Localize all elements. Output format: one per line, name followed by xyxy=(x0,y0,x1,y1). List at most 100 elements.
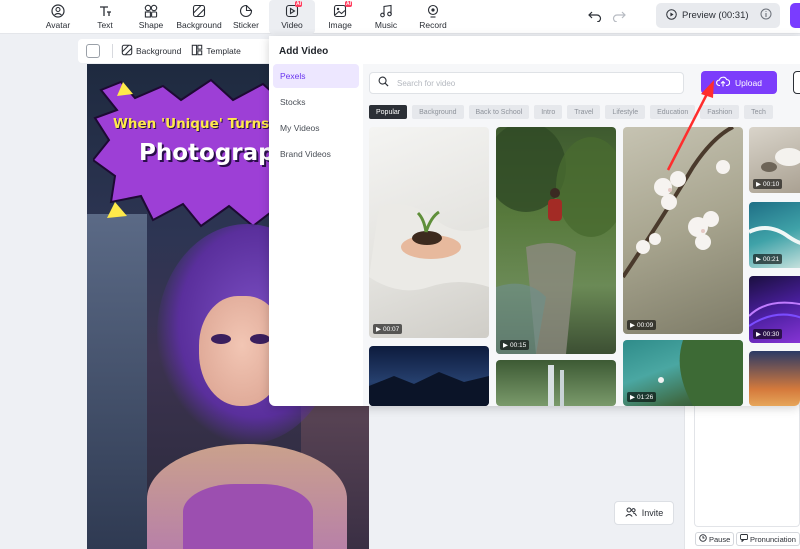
ai-badge: AI xyxy=(345,1,352,7)
pronunciation-label: Pronunciation xyxy=(750,534,796,544)
video-thumbnail[interactable]: ▶ 00:15 xyxy=(496,127,616,354)
color-swatch[interactable] xyxy=(86,44,100,58)
video-thumbnail[interactable]: ▶ 00:10 xyxy=(749,127,800,193)
cloud-upload-icon xyxy=(716,76,731,89)
nav-item-pexels[interactable]: Pexels xyxy=(273,64,359,88)
tag-tech[interactable]: Tech xyxy=(744,105,773,119)
tool-record[interactable]: Record xyxy=(416,0,450,34)
pause-button[interactable]: Pause xyxy=(695,532,735,546)
sticker-icon xyxy=(238,4,254,18)
tool-label: Background xyxy=(176,20,222,30)
template-icon xyxy=(191,44,203,58)
play-icon: ▶ xyxy=(376,326,381,333)
invite-button[interactable]: Invite xyxy=(614,501,674,525)
undo-icon[interactable] xyxy=(588,9,602,27)
play-icon: ▶ xyxy=(630,322,635,329)
video-thumbnail[interactable]: ▶ 00:09 xyxy=(623,127,743,334)
tool-label: Music xyxy=(374,20,398,30)
nav-item-brand-videos[interactable]: Brand Videos xyxy=(273,142,359,166)
tool-background[interactable]: Background xyxy=(174,0,224,34)
duration-label: 00:30 xyxy=(763,330,780,338)
character-eye xyxy=(211,334,231,344)
record-video-button[interactable] xyxy=(793,71,800,94)
tool-label: Record xyxy=(419,20,447,30)
search-input[interactable] xyxy=(397,78,667,88)
clock-icon xyxy=(699,534,707,544)
play-circle-icon xyxy=(666,8,677,23)
video-thumbnail[interactable]: ▶ 00:21 xyxy=(749,202,800,268)
speech-icon xyxy=(740,534,748,544)
pronunciation-button[interactable]: Pronunciation xyxy=(736,532,800,546)
tool-image[interactable]: AI Image xyxy=(322,0,358,34)
video-source-nav: Pexels Stocks My Videos Brand Videos xyxy=(273,64,359,168)
invite-label: Invite xyxy=(641,508,664,518)
background-label: Background xyxy=(136,46,182,56)
duration-label: 00:09 xyxy=(637,321,654,329)
redo-icon[interactable] xyxy=(612,9,626,27)
add-video-panel: Add Video Pexels Stocks My Videos Brand … xyxy=(269,36,800,406)
background-tool[interactable]: Background xyxy=(121,44,181,58)
music-icon xyxy=(378,4,394,18)
nav-item-stocks[interactable]: Stocks xyxy=(273,90,359,114)
search-box[interactable] xyxy=(369,72,684,94)
shape-icon xyxy=(143,4,159,18)
background-icon xyxy=(191,4,207,18)
duration-label: 00:10 xyxy=(763,180,780,188)
upload-button[interactable]: Upload xyxy=(701,71,777,94)
tag-education[interactable]: Education xyxy=(650,105,696,119)
users-icon xyxy=(625,507,637,519)
duration-badge: ▶ 00:10 xyxy=(753,179,783,189)
pause-label: Pause xyxy=(709,534,731,544)
duration-badge: ▶ 00:07 xyxy=(373,324,403,334)
duration-badge: ▶ 00:30 xyxy=(753,329,783,339)
tool-label: Image xyxy=(328,20,352,30)
tool-label: Sticker xyxy=(233,20,259,30)
play-icon: ▶ xyxy=(630,394,635,401)
video-thumbnail[interactable] xyxy=(496,360,616,406)
tool-label: Video xyxy=(281,20,303,30)
avatar-icon xyxy=(50,4,66,18)
video-thumbnail[interactable] xyxy=(749,351,800,406)
video-browser: Upload Popular Background Back to School… xyxy=(363,64,800,406)
tag-intro[interactable]: Intro xyxy=(534,105,563,119)
video-thumbnail[interactable]: ▶ 00:30 xyxy=(749,276,800,343)
video-thumbnail[interactable]: ▶ 01:26 xyxy=(623,340,743,406)
duration-badge: ▶ 00:15 xyxy=(500,340,530,350)
play-icon: ▶ xyxy=(503,342,508,349)
play-icon: ▶ xyxy=(756,256,761,263)
divider xyxy=(112,44,113,58)
template-label: Template xyxy=(206,46,241,56)
tag-popular[interactable]: Popular xyxy=(369,105,408,119)
duration-badge: ▶ 00:21 xyxy=(753,254,783,264)
tool-music[interactable]: Music xyxy=(370,0,402,34)
tag-fashion[interactable]: Fashion xyxy=(700,105,740,119)
tag-back-to-school[interactable]: Back to School xyxy=(468,105,530,119)
ai-badge: AI xyxy=(295,1,302,7)
tool-text[interactable]: Text xyxy=(90,0,120,34)
tag-background[interactable]: Background xyxy=(412,105,464,119)
export-button[interactable] xyxy=(790,3,800,28)
category-tags: Popular Background Back to School Intro … xyxy=(369,105,800,119)
duration-label: 00:07 xyxy=(383,325,400,333)
video-thumbnail[interactable] xyxy=(369,346,489,406)
template-tool[interactable]: Template xyxy=(191,44,241,58)
tag-lifestyle[interactable]: Lifestyle xyxy=(605,105,646,119)
preview-button[interactable]: Preview (00:31) xyxy=(656,3,780,28)
play-icon: ▶ xyxy=(756,181,761,188)
tool-avatar[interactable]: Avatar xyxy=(42,0,74,34)
thumbnail-art xyxy=(548,365,564,406)
tool-sticker[interactable]: Sticker xyxy=(230,0,262,34)
tool-video[interactable]: AI Video xyxy=(269,0,315,34)
info-icon[interactable] xyxy=(760,8,772,23)
thumbnail-art xyxy=(623,127,734,279)
tag-travel[interactable]: Travel xyxy=(567,105,601,119)
record-icon xyxy=(425,4,441,18)
tool-shape[interactable]: Shape xyxy=(134,0,168,34)
video-thumbnail[interactable]: ▶ 00:07 xyxy=(369,127,489,338)
script-textarea[interactable] xyxy=(694,405,800,527)
nav-item-my-videos[interactable]: My Videos xyxy=(273,116,359,140)
character-eye xyxy=(250,334,270,344)
thumbnail-art xyxy=(496,127,616,354)
panel-title: Add Video xyxy=(279,46,329,57)
play-icon: ▶ xyxy=(756,331,761,338)
